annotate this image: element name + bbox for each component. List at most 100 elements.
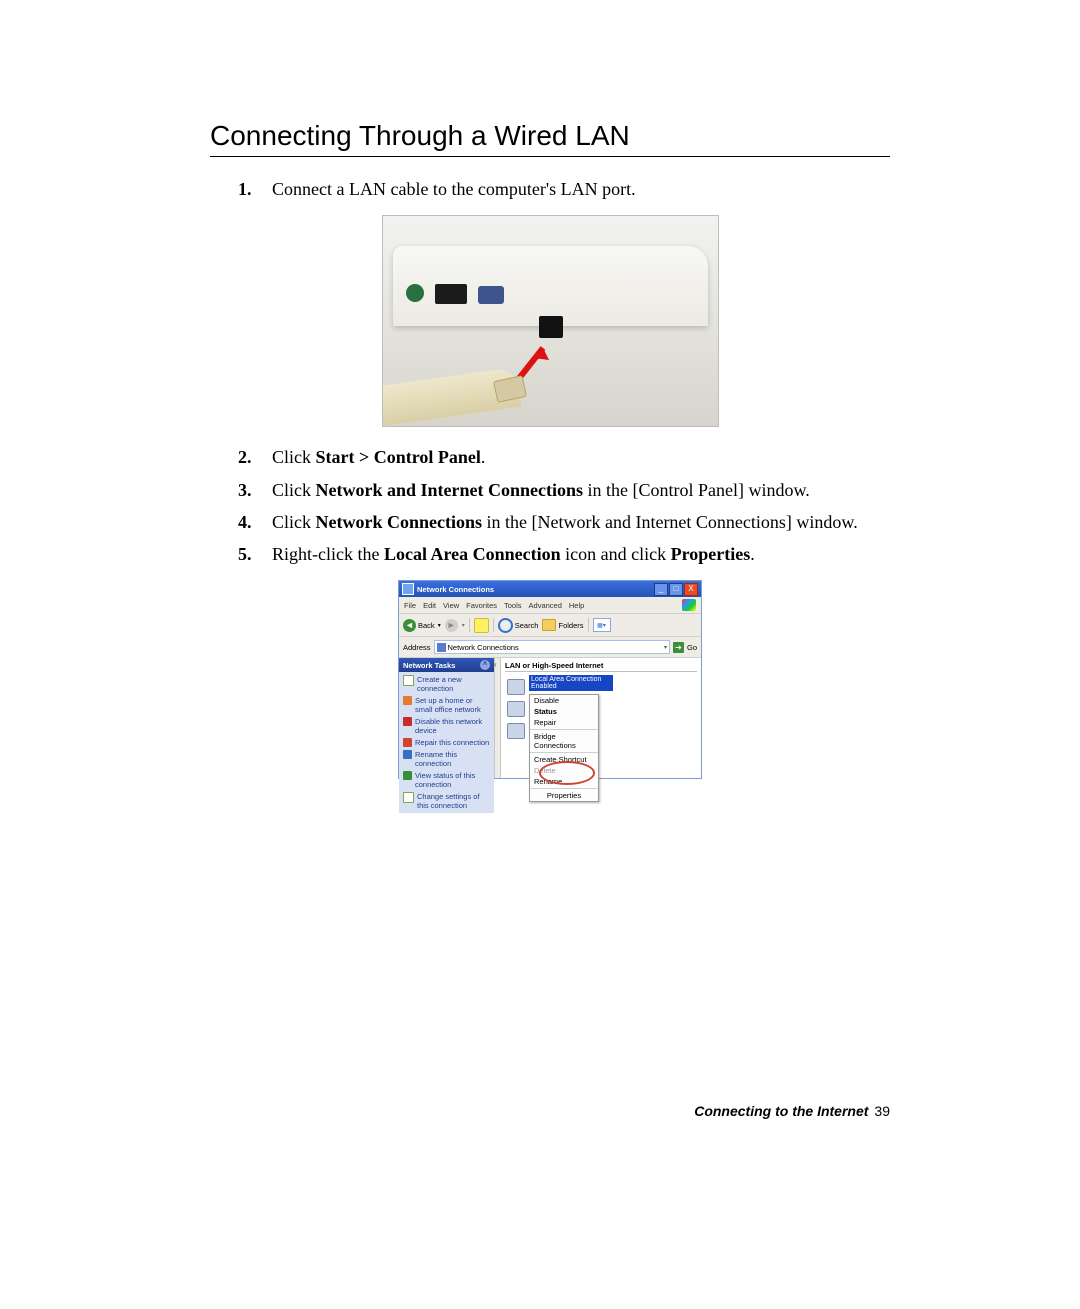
task-disable-device[interactable]: Disable this network device (403, 717, 490, 735)
views-icon: ▦▾ (597, 622, 606, 629)
step-prefix: Click (272, 447, 316, 467)
step-suffix: . (481, 447, 486, 467)
ctx-disable[interactable]: Disable (530, 695, 598, 706)
step-1: 1. Connect a LAN cable to the computer's… (210, 177, 890, 201)
menu-tools[interactable]: Tools (504, 601, 522, 610)
step-text: Click Network Connections in the [Networ… (272, 512, 858, 532)
figure-network-connections-window: Network Connections _ □ X File Edit View… (210, 580, 890, 779)
maximize-button[interactable]: □ (669, 583, 683, 596)
step-number: 4. (238, 510, 252, 534)
connection-icon[interactable] (507, 701, 525, 717)
step-text: Click Start > Control Panel. (272, 447, 485, 467)
tasks-header-label: Network Tasks (403, 661, 455, 670)
window-titlebar[interactable]: Network Connections _ □ X (399, 581, 701, 597)
step-prefix: Right-click the (272, 544, 384, 564)
connection-icon[interactable] (507, 679, 525, 695)
ctx-rename[interactable]: Rename (530, 776, 598, 787)
close-button[interactable]: X (684, 583, 698, 596)
task-label: Change settings of this connection (417, 792, 490, 810)
minimize-button[interactable]: _ (654, 583, 668, 596)
chevron-down-icon[interactable]: ▾ (664, 644, 667, 651)
task-change-settings[interactable]: Change settings of this connection (403, 792, 490, 810)
step-text: Click Network and Internet Connections i… (272, 480, 810, 500)
ctx-separator (530, 752, 598, 753)
go-label: Go (687, 643, 697, 652)
task-label: Create a new connection (417, 675, 490, 693)
repair-icon (403, 738, 412, 747)
view-icon (403, 771, 412, 780)
step-number: 1. (238, 177, 252, 201)
ctx-shortcut[interactable]: Create Shortcut (530, 754, 598, 765)
menu-edit[interactable]: Edit (423, 601, 436, 610)
step-bold2: Properties (671, 544, 751, 564)
page-heading: Connecting Through a Wired LAN (210, 120, 890, 152)
step-suffix: in the [Network and Internet Connections… (482, 512, 858, 532)
step-mid: icon and click (561, 544, 671, 564)
tasks-pane: Network Tasks ˄ Create a new connection … (399, 658, 494, 778)
task-create-connection[interactable]: Create a new connection (403, 675, 490, 693)
step-bold: Start > Control Panel (316, 447, 481, 467)
footer-section: Connecting to the Internet (694, 1103, 868, 1119)
step-3: 3. Click Network and Internet Connection… (210, 478, 890, 502)
windows-logo-icon (682, 599, 696, 611)
step-5: 5. Right-click the Local Area Connection… (210, 542, 890, 566)
forward-button[interactable]: ► (445, 619, 458, 632)
usb-ports-icon (435, 284, 467, 304)
search-icon (498, 618, 513, 633)
back-button[interactable]: ◄Back▾ (403, 619, 441, 632)
address-input[interactable]: Network Connections ▾ (434, 640, 670, 654)
step-number: 3. (238, 478, 252, 502)
task-view-status[interactable]: View status of this connection (403, 771, 490, 789)
toolbar: ◄Back▾ ► ▾ Search Folders ▦▾ (399, 614, 701, 637)
step-2: 2. Click Start > Control Panel. (210, 445, 890, 469)
folders-button[interactable]: Folders (542, 619, 583, 631)
pane-resizer[interactable] (494, 658, 501, 778)
ctx-status[interactable]: Status (530, 706, 598, 717)
menu-help[interactable]: Help (569, 601, 584, 610)
collapse-icon[interactable]: ˄ (480, 660, 490, 670)
ctx-bridge[interactable]: Bridge Connections (530, 731, 598, 751)
menu-file[interactable]: File (404, 601, 416, 610)
ctx-properties[interactable]: Properties (530, 790, 598, 801)
ctx-repair[interactable]: Repair (530, 717, 598, 728)
tasks-header[interactable]: Network Tasks ˄ (399, 658, 494, 672)
lan-port-icon (539, 316, 563, 338)
views-button[interactable]: ▦▾ (593, 618, 611, 632)
steps-list-cont: 2. Click Start > Control Panel. 3. Click… (210, 445, 890, 566)
task-rename-connection[interactable]: Rename this connection (403, 750, 490, 768)
step-text: Connect a LAN cable to the computer's LA… (272, 179, 636, 199)
task-repair-connection[interactable]: Repair this connection (403, 738, 490, 747)
connection-icon[interactable] (507, 723, 525, 739)
go-button[interactable]: ➔ (673, 642, 684, 653)
search-label: Search (515, 621, 539, 630)
toolbar-separator (469, 618, 470, 632)
task-label: View status of this connection (415, 771, 490, 789)
task-setup-home-network[interactable]: Set up a home or small office network (403, 696, 490, 714)
task-label: Rename this connection (415, 750, 490, 768)
step-suffix: . (750, 544, 755, 564)
step-4: 4. Click Network Connections in the [Net… (210, 510, 890, 534)
back-icon: ◄ (403, 619, 416, 632)
step-number: 5. (238, 542, 252, 566)
task-label: Disable this network device (415, 717, 490, 735)
menu-advanced[interactable]: Advanced (529, 601, 562, 610)
local-area-connection-item[interactable]: Local Area Connection Enabled (529, 675, 613, 691)
page-footer: Connecting to the Internet39 (694, 1103, 890, 1119)
step-suffix: in the [Control Panel] window. (583, 480, 810, 500)
up-button[interactable] (474, 618, 489, 633)
menu-favorites[interactable]: Favorites (466, 601, 497, 610)
menubar: File Edit View Favorites Tools Advanced … (399, 597, 701, 614)
address-value: Network Connections (448, 643, 519, 652)
step-prefix: Click (272, 512, 316, 532)
search-button[interactable]: Search (498, 618, 539, 633)
task-label: Set up a home or small office network (415, 696, 490, 714)
address-label: Address (403, 643, 431, 652)
ctx-separator (530, 729, 598, 730)
network-connections-icon (437, 643, 446, 652)
menu-view[interactable]: View (443, 601, 459, 610)
back-label: Back (418, 621, 435, 630)
step-number: 2. (238, 445, 252, 469)
heading-rule (210, 156, 890, 157)
window-icon (402, 583, 414, 595)
vga-port-icon (478, 286, 504, 304)
